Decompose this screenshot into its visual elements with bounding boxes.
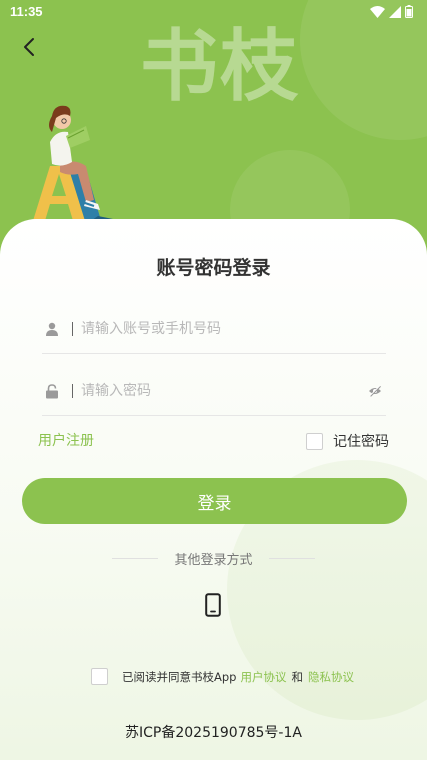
password-input[interactable] — [79, 382, 364, 400]
agreement-checkbox[interactable] — [91, 668, 108, 685]
lock-icon — [42, 381, 62, 401]
register-link[interactable]: 用户注册 — [38, 430, 94, 450]
text-caret — [72, 322, 73, 336]
back-button[interactable] — [14, 32, 44, 62]
phone-login-button[interactable] — [202, 592, 224, 618]
signal-icon — [389, 5, 401, 18]
brand-title: 书枝 — [140, 21, 301, 112]
agreement-prefix: 已阅读并同意书枝App — [122, 669, 237, 684]
login-screen: 11:35 书枝 账号密码登录 请输入账号或手机号码 用户注册 记住密码 登录 … — [0, 0, 427, 760]
phone-icon — [205, 593, 221, 617]
user-icon — [42, 319, 62, 339]
agreement-conjunction: 和 — [291, 669, 303, 684]
toggle-password-visibility[interactable] — [364, 380, 386, 402]
login-button[interactable]: 登录 — [22, 478, 407, 524]
account-field — [42, 305, 386, 354]
remember-password-checkbox[interactable] — [306, 432, 323, 450]
battery-icon — [405, 5, 413, 18]
agreement-row: 已阅读并同意书枝App 用户协议 和 隐私协议 — [91, 668, 354, 685]
divider — [268, 558, 315, 559]
wifi-icon — [370, 5, 385, 18]
chevron-left-icon — [24, 38, 34, 56]
user-agreement-link[interactable]: 用户协议 — [240, 669, 286, 685]
privacy-policy-link[interactable]: 隐私协议 — [308, 669, 354, 685]
account-input[interactable] — [79, 320, 386, 338]
password-field — [42, 367, 386, 416]
eye-off-icon — [369, 385, 381, 397]
divider — [112, 558, 159, 559]
status-icons — [370, 5, 413, 18]
login-title: 账号密码登录 — [156, 257, 271, 279]
status-time: 11:35 — [10, 4, 43, 19]
other-login-methods: 其他登录方式 — [0, 549, 427, 568]
remember-password-label: 记住密码 — [333, 434, 389, 450]
remember-password: 记住密码 — [306, 431, 389, 451]
icp-record: 苏ICP备2025190785号-1A — [125, 725, 302, 741]
other-login-label: 其他登录方式 — [174, 553, 253, 568]
reading-girl-illustration — [32, 105, 118, 224]
text-caret — [72, 384, 73, 398]
login-card: 账号密码登录 请输入账号或手机号码 用户注册 记住密码 登录 其他登录方式 已阅… — [0, 219, 427, 760]
